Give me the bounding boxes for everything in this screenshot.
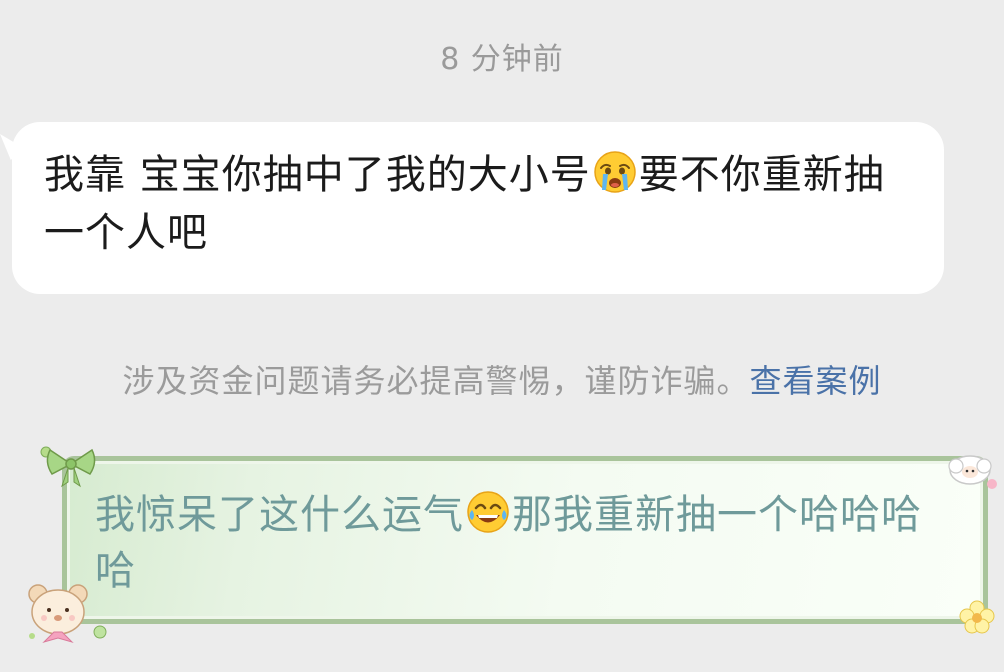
loudly-crying-face-icon — [593, 151, 636, 193]
view-cases-link[interactable]: 查看案例 — [750, 362, 882, 400]
bear-decoration — [28, 584, 107, 644]
outgoing-message-text-part1: 我惊呆了这什么运气 — [95, 492, 464, 538]
security-notice-text: 涉及资金问题请务必提高警惕，谨防诈骗。 — [122, 362, 750, 400]
sheep-decoration — [948, 455, 997, 489]
bubble-tail — [0, 134, 24, 160]
incoming-message-bubble[interactable]: 我靠 宝宝你抽中了我的大小号 要不你重新抽一个人吧 — [0, 122, 944, 294]
incoming-message-text: 我靠 宝宝你抽中了我的大小号 要不你重新抽一个人吧 — [44, 146, 924, 262]
outgoing-message-text: 我惊呆了这什么运气 那我重新抽一个哈哈哈哈 — [95, 487, 955, 599]
green-bow-decoration — [40, 446, 96, 488]
security-notice: 涉及资金问题请务必提高警惕，谨防诈骗。查看案例 — [0, 356, 1004, 402]
flower-decoration — [959, 600, 995, 634]
face-with-tears-of-joy-icon — [467, 491, 509, 533]
outgoing-message-bubble[interactable]: 我惊呆了这什么运气 那我重新抽一个哈哈哈哈 — [62, 456, 988, 624]
message-timestamp: 8 分钟前 — [440, 42, 564, 77]
incoming-message-text-part1: 我靠 宝宝你抽中了我的大小号 — [44, 152, 591, 198]
